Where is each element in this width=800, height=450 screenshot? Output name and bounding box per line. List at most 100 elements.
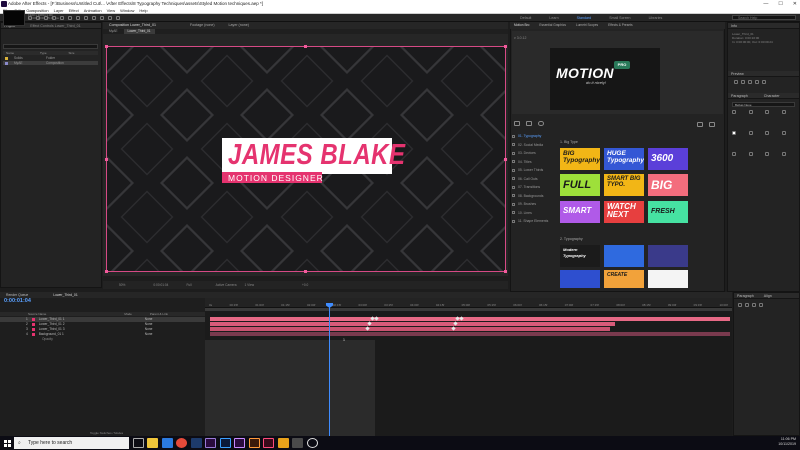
preset-thumbnail[interactable]: WATCH NEXT [604,201,644,223]
tab-paragraph[interactable]: Paragraph [737,293,754,298]
category-item[interactable]: 08. Backgrounds [512,192,558,201]
transform-handle[interactable] [504,45,507,48]
chrome-icon[interactable] [176,438,187,448]
toggle-switches-modes[interactable]: Toggle Switches / Modes [90,431,123,435]
menu-help[interactable]: Help [139,8,147,13]
layer-duration-bar[interactable] [210,322,615,326]
tab-motion-bro[interactable]: Motion Bro [514,22,529,29]
eye-icon[interactable] [697,122,703,127]
project-search-input[interactable] [3,44,98,49]
photoshop-icon[interactable] [219,438,231,448]
preset-thumbnail[interactable]: HUGE Typography [604,148,644,170]
transform-handle[interactable] [105,158,108,161]
font-family-select[interactable]: Bebas Neue [732,102,795,107]
clone-tool-icon[interactable] [92,15,96,20]
eraser-tool-icon[interactable] [100,15,104,20]
exposure-value[interactable]: +0.0 [302,283,308,287]
paragraph-tab[interactable]: Paragraph [731,93,748,98]
grid-icon[interactable] [709,122,715,127]
justify-icon[interactable] [759,303,763,307]
next-frame-icon[interactable] [755,80,759,84]
category-item[interactable]: 01. Typography [512,132,558,141]
puppet-tool-icon[interactable] [116,15,120,20]
magnification-select[interactable]: 50% [119,283,125,287]
project-col-type[interactable]: Type [40,51,47,55]
category-item[interactable]: 11. Shape Elements [512,217,558,226]
after-effects-icon[interactable] [205,438,216,448]
tab-timeline-comp[interactable]: Lower_Third_01 [53,293,78,297]
file-explorer-icon[interactable] [147,438,158,448]
preset-thumbnail[interactable]: CREATE [604,270,644,288]
previous-frame-icon[interactable] [741,80,745,84]
category-item[interactable]: 03. Devices [512,149,558,158]
tracking-icon[interactable] [781,110,786,114]
folder-app-icon[interactable] [277,438,289,448]
settings-icon[interactable] [526,121,532,126]
play-icon[interactable] [748,80,752,84]
illustrator-icon[interactable] [248,438,260,448]
category-item[interactable]: 09. Brushes [512,200,558,209]
views-select[interactable]: 1 View [245,283,255,287]
category-item[interactable]: 04. Titles [512,158,558,167]
small-caps-icon[interactable] [781,152,786,156]
category-item[interactable]: 06. Call Outs [512,175,558,184]
minimize-button[interactable]: — [763,0,768,8]
col-source-name[interactable]: Source Name [28,312,46,316]
leading-icon[interactable] [748,110,753,114]
stroke-color-icon[interactable] [748,131,753,135]
tab-layer[interactable]: Layer (none) [229,22,249,29]
layer-duration-bar[interactable] [210,332,730,336]
category-item[interactable]: 05. Lower Thirds [512,166,558,175]
preset-thumbnail[interactable] [648,270,688,288]
preset-thumbnail[interactable]: BIG [648,174,688,196]
close-button[interactable]: ✕ [793,0,797,8]
align-left-icon[interactable] [738,303,742,307]
transform-handle[interactable] [105,45,108,48]
layer-property-row[interactable]: Opacity [0,337,205,342]
start-button[interactable] [0,436,14,450]
preset-thumbnail[interactable]: 3600 [648,148,688,170]
project-item-myae[interactable]: MyAE Composition [3,61,98,65]
col-mode[interactable]: Mode [124,312,132,316]
preset-thumbnail[interactable]: SMART BIG TYPO. [604,174,644,196]
shape-tool-icon[interactable] [60,15,64,20]
category-item[interactable]: 07. Transitions [512,183,558,192]
store-icon[interactable] [161,438,173,448]
workspace-small-screen[interactable]: Small Screen [609,16,630,20]
project-col-size[interactable]: Size [69,51,75,55]
transform-handle[interactable] [304,45,307,48]
workspace-learn[interactable]: Learn [549,16,558,20]
type-tool-icon[interactable] [76,15,80,20]
transform-handle[interactable] [105,270,108,273]
premiere-icon[interactable] [234,438,245,448]
last-frame-icon[interactable] [762,80,766,84]
transform-handle[interactable] [504,158,507,161]
transform-handle[interactable] [304,270,307,273]
character-tab[interactable]: Character [764,93,780,98]
scale-icon[interactable] [765,131,769,135]
tab-footage[interactable]: Footage (none) [190,22,215,29]
preset-thumbnail[interactable] [648,245,688,267]
task-view-icon[interactable] [132,438,144,448]
baseline-icon[interactable] [781,131,786,135]
taskbar-search-input[interactable]: ⌕ Type here to search [14,437,129,449]
category-item[interactable]: 10. Lines [512,209,558,218]
align-right-icon[interactable] [752,303,756,307]
preset-thumbnail[interactable]: BIG Typography [560,148,600,170]
tab-composition[interactable]: Composition Lower_Third_01 [109,22,156,29]
menu-window[interactable]: Window [120,8,134,13]
preset-thumbnail[interactable] [604,245,644,267]
preset-thumbnail[interactable] [560,270,600,288]
app-icon[interactable] [190,438,202,448]
current-time-display[interactable]: 0:00:01:04 [153,283,168,287]
search-icon[interactable] [538,121,544,126]
workspace-default[interactable]: Default [520,16,531,20]
timeline-current-time[interactable]: 0:00:01:04 [4,298,31,304]
col-parent[interactable]: Parent & Link [150,312,168,316]
preset-thumbnail[interactable]: FULL [560,174,600,196]
kerning-icon[interactable] [765,110,769,114]
playhead-line[interactable] [329,305,330,436]
bold-icon[interactable] [732,152,736,156]
resolution-select[interactable]: Full [186,283,191,287]
effect-controls-tab[interactable]: Effect Controls Lower_Third_01 [30,24,80,28]
